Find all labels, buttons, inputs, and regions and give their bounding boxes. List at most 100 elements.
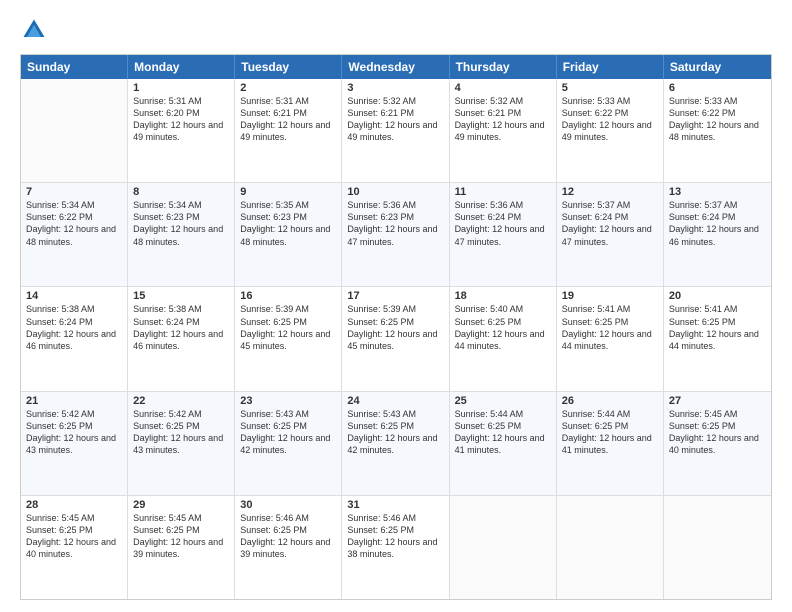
cal-cell-2-4: 18Sunrise: 5:40 AM Sunset: 6:25 PM Dayli… bbox=[450, 287, 557, 390]
cell-day-number: 15 bbox=[133, 290, 229, 302]
cell-info: Sunrise: 5:43 AM Sunset: 6:25 PM Dayligh… bbox=[347, 408, 443, 457]
cal-cell-3-0: 21Sunrise: 5:42 AM Sunset: 6:25 PM Dayli… bbox=[21, 392, 128, 495]
cell-info: Sunrise: 5:44 AM Sunset: 6:25 PM Dayligh… bbox=[562, 408, 658, 457]
cal-cell-0-0 bbox=[21, 79, 128, 182]
cal-cell-1-3: 10Sunrise: 5:36 AM Sunset: 6:23 PM Dayli… bbox=[342, 183, 449, 286]
cal-cell-1-1: 8Sunrise: 5:34 AM Sunset: 6:23 PM Daylig… bbox=[128, 183, 235, 286]
cell-info: Sunrise: 5:39 AM Sunset: 6:25 PM Dayligh… bbox=[347, 303, 443, 352]
calendar-body: 1Sunrise: 5:31 AM Sunset: 6:20 PM Daylig… bbox=[21, 79, 771, 599]
header-day-sunday: Sunday bbox=[21, 55, 128, 79]
cell-day-number: 22 bbox=[133, 395, 229, 407]
cal-cell-4-0: 28Sunrise: 5:45 AM Sunset: 6:25 PM Dayli… bbox=[21, 496, 128, 599]
cal-cell-3-1: 22Sunrise: 5:42 AM Sunset: 6:25 PM Dayli… bbox=[128, 392, 235, 495]
cell-day-number: 7 bbox=[26, 186, 122, 198]
cal-cell-1-4: 11Sunrise: 5:36 AM Sunset: 6:24 PM Dayli… bbox=[450, 183, 557, 286]
cal-cell-1-0: 7Sunrise: 5:34 AM Sunset: 6:22 PM Daylig… bbox=[21, 183, 128, 286]
cell-info: Sunrise: 5:36 AM Sunset: 6:23 PM Dayligh… bbox=[347, 199, 443, 248]
cell-day-number: 17 bbox=[347, 290, 443, 302]
cell-day-number: 19 bbox=[562, 290, 658, 302]
cal-cell-3-5: 26Sunrise: 5:44 AM Sunset: 6:25 PM Dayli… bbox=[557, 392, 664, 495]
cell-info: Sunrise: 5:42 AM Sunset: 6:25 PM Dayligh… bbox=[26, 408, 122, 457]
cell-day-number: 8 bbox=[133, 186, 229, 198]
header-day-wednesday: Wednesday bbox=[342, 55, 449, 79]
cal-cell-4-1: 29Sunrise: 5:45 AM Sunset: 6:25 PM Dayli… bbox=[128, 496, 235, 599]
cell-info: Sunrise: 5:36 AM Sunset: 6:24 PM Dayligh… bbox=[455, 199, 551, 248]
cell-info: Sunrise: 5:31 AM Sunset: 6:20 PM Dayligh… bbox=[133, 95, 229, 144]
cal-cell-4-4 bbox=[450, 496, 557, 599]
cell-info: Sunrise: 5:40 AM Sunset: 6:25 PM Dayligh… bbox=[455, 303, 551, 352]
cal-cell-0-2: 2Sunrise: 5:31 AM Sunset: 6:21 PM Daylig… bbox=[235, 79, 342, 182]
cal-cell-3-2: 23Sunrise: 5:43 AM Sunset: 6:25 PM Dayli… bbox=[235, 392, 342, 495]
logo-icon bbox=[20, 16, 48, 44]
cell-info: Sunrise: 5:34 AM Sunset: 6:23 PM Dayligh… bbox=[133, 199, 229, 248]
cell-day-number: 13 bbox=[669, 186, 766, 198]
cal-cell-2-0: 14Sunrise: 5:38 AM Sunset: 6:24 PM Dayli… bbox=[21, 287, 128, 390]
cal-cell-3-4: 25Sunrise: 5:44 AM Sunset: 6:25 PM Dayli… bbox=[450, 392, 557, 495]
cell-day-number: 23 bbox=[240, 395, 336, 407]
calendar-row-3: 21Sunrise: 5:42 AM Sunset: 6:25 PM Dayli… bbox=[21, 392, 771, 496]
calendar-row-2: 14Sunrise: 5:38 AM Sunset: 6:24 PM Dayli… bbox=[21, 287, 771, 391]
logo bbox=[20, 16, 52, 44]
calendar-row-1: 7Sunrise: 5:34 AM Sunset: 6:22 PM Daylig… bbox=[21, 183, 771, 287]
cell-day-number: 14 bbox=[26, 290, 122, 302]
cell-day-number: 26 bbox=[562, 395, 658, 407]
cell-info: Sunrise: 5:37 AM Sunset: 6:24 PM Dayligh… bbox=[562, 199, 658, 248]
cell-info: Sunrise: 5:45 AM Sunset: 6:25 PM Dayligh… bbox=[669, 408, 766, 457]
cell-info: Sunrise: 5:41 AM Sunset: 6:25 PM Dayligh… bbox=[562, 303, 658, 352]
cell-day-number: 5 bbox=[562, 82, 658, 94]
cal-cell-0-6: 6Sunrise: 5:33 AM Sunset: 6:22 PM Daylig… bbox=[664, 79, 771, 182]
cell-day-number: 18 bbox=[455, 290, 551, 302]
cal-cell-0-3: 3Sunrise: 5:32 AM Sunset: 6:21 PM Daylig… bbox=[342, 79, 449, 182]
cal-cell-2-5: 19Sunrise: 5:41 AM Sunset: 6:25 PM Dayli… bbox=[557, 287, 664, 390]
cell-day-number: 6 bbox=[669, 82, 766, 94]
cal-cell-2-3: 17Sunrise: 5:39 AM Sunset: 6:25 PM Dayli… bbox=[342, 287, 449, 390]
calendar-row-4: 28Sunrise: 5:45 AM Sunset: 6:25 PM Dayli… bbox=[21, 496, 771, 599]
cell-day-number: 4 bbox=[455, 82, 551, 94]
cell-day-number: 20 bbox=[669, 290, 766, 302]
cell-day-number: 1 bbox=[133, 82, 229, 94]
cell-info: Sunrise: 5:33 AM Sunset: 6:22 PM Dayligh… bbox=[562, 95, 658, 144]
cell-info: Sunrise: 5:46 AM Sunset: 6:25 PM Dayligh… bbox=[347, 512, 443, 561]
cell-day-number: 3 bbox=[347, 82, 443, 94]
cell-info: Sunrise: 5:31 AM Sunset: 6:21 PM Dayligh… bbox=[240, 95, 336, 144]
cal-cell-1-2: 9Sunrise: 5:35 AM Sunset: 6:23 PM Daylig… bbox=[235, 183, 342, 286]
cal-cell-1-5: 12Sunrise: 5:37 AM Sunset: 6:24 PM Dayli… bbox=[557, 183, 664, 286]
header-day-saturday: Saturday bbox=[664, 55, 771, 79]
header-day-monday: Monday bbox=[128, 55, 235, 79]
cell-info: Sunrise: 5:32 AM Sunset: 6:21 PM Dayligh… bbox=[455, 95, 551, 144]
cell-day-number: 30 bbox=[240, 499, 336, 511]
cal-cell-4-2: 30Sunrise: 5:46 AM Sunset: 6:25 PM Dayli… bbox=[235, 496, 342, 599]
header-day-tuesday: Tuesday bbox=[235, 55, 342, 79]
cell-day-number: 10 bbox=[347, 186, 443, 198]
header-day-friday: Friday bbox=[557, 55, 664, 79]
cell-day-number: 11 bbox=[455, 186, 551, 198]
cell-day-number: 2 bbox=[240, 82, 336, 94]
cal-cell-4-3: 31Sunrise: 5:46 AM Sunset: 6:25 PM Dayli… bbox=[342, 496, 449, 599]
cell-info: Sunrise: 5:45 AM Sunset: 6:25 PM Dayligh… bbox=[26, 512, 122, 561]
cal-cell-2-6: 20Sunrise: 5:41 AM Sunset: 6:25 PM Dayli… bbox=[664, 287, 771, 390]
cell-info: Sunrise: 5:32 AM Sunset: 6:21 PM Dayligh… bbox=[347, 95, 443, 144]
cell-info: Sunrise: 5:45 AM Sunset: 6:25 PM Dayligh… bbox=[133, 512, 229, 561]
cell-day-number: 31 bbox=[347, 499, 443, 511]
cal-cell-0-4: 4Sunrise: 5:32 AM Sunset: 6:21 PM Daylig… bbox=[450, 79, 557, 182]
cal-cell-4-5 bbox=[557, 496, 664, 599]
cal-cell-1-6: 13Sunrise: 5:37 AM Sunset: 6:24 PM Dayli… bbox=[664, 183, 771, 286]
cell-info: Sunrise: 5:37 AM Sunset: 6:24 PM Dayligh… bbox=[669, 199, 766, 248]
cell-info: Sunrise: 5:42 AM Sunset: 6:25 PM Dayligh… bbox=[133, 408, 229, 457]
calendar: SundayMondayTuesdayWednesdayThursdayFrid… bbox=[20, 54, 772, 600]
cell-info: Sunrise: 5:43 AM Sunset: 6:25 PM Dayligh… bbox=[240, 408, 336, 457]
cell-info: Sunrise: 5:41 AM Sunset: 6:25 PM Dayligh… bbox=[669, 303, 766, 352]
page: SundayMondayTuesdayWednesdayThursdayFrid… bbox=[0, 0, 792, 612]
cell-info: Sunrise: 5:44 AM Sunset: 6:25 PM Dayligh… bbox=[455, 408, 551, 457]
calendar-row-0: 1Sunrise: 5:31 AM Sunset: 6:20 PM Daylig… bbox=[21, 79, 771, 183]
cell-day-number: 29 bbox=[133, 499, 229, 511]
cell-info: Sunrise: 5:39 AM Sunset: 6:25 PM Dayligh… bbox=[240, 303, 336, 352]
cell-info: Sunrise: 5:38 AM Sunset: 6:24 PM Dayligh… bbox=[133, 303, 229, 352]
cal-cell-4-6 bbox=[664, 496, 771, 599]
cal-cell-3-6: 27Sunrise: 5:45 AM Sunset: 6:25 PM Dayli… bbox=[664, 392, 771, 495]
cell-day-number: 27 bbox=[669, 395, 766, 407]
cell-info: Sunrise: 5:33 AM Sunset: 6:22 PM Dayligh… bbox=[669, 95, 766, 144]
cell-info: Sunrise: 5:35 AM Sunset: 6:23 PM Dayligh… bbox=[240, 199, 336, 248]
cell-info: Sunrise: 5:38 AM Sunset: 6:24 PM Dayligh… bbox=[26, 303, 122, 352]
cell-day-number: 24 bbox=[347, 395, 443, 407]
